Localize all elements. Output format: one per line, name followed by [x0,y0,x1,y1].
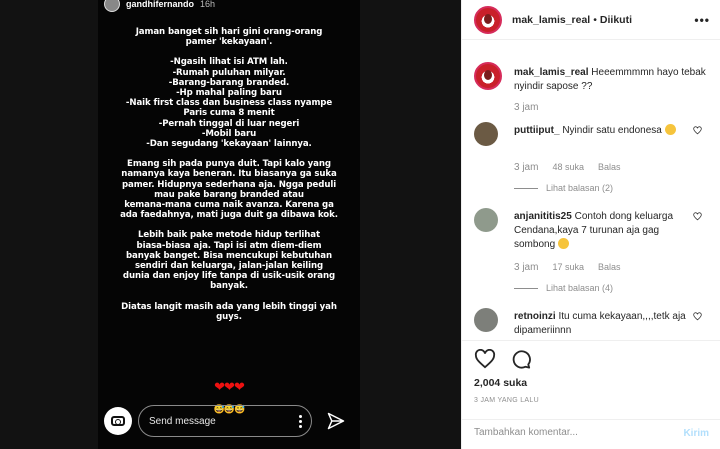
commenter-avatar[interactable] [474,308,498,332]
story-media-area: gandhifernando 16h Jaman banget sih hari… [0,0,461,449]
commenter-avatar[interactable] [474,122,498,146]
comment-likes[interactable]: 48 suka [552,162,584,172]
comment-time: 3 jam [514,162,539,173]
story-line: ada faedahnya, mati juga duit ga dibawa … [120,210,338,221]
story-time: 16h [200,0,216,9]
story-line: mau pake barang branded atau [154,189,304,200]
story-line: Diatas langit masih ada yang lebih tingg… [121,301,337,312]
like-heart-icon[interactable] [474,349,496,369]
story-line: -Mobil baru [201,128,257,139]
posted-time: 3 JAM YANG LALU [474,397,539,404]
send-message-box[interactable] [138,405,312,437]
story-line: -Naik first class dan business class nya… [125,98,333,109]
add-comment-input[interactable] [474,427,674,438]
comment-meta: 3 jam 48 suka Balas [514,162,621,173]
story-paragraph: Diatas langit masih ada yang lebih tingg… [106,302,352,322]
story-line: pamer 'kekayaan'. [185,37,273,48]
caption-avatar[interactable] [474,62,502,90]
story-paragraph: Jaman banget sih hari gini orang-orang pa… [106,27,352,47]
story-line: -Hp mahal paling baru [176,88,282,99]
story-line: biasa-biasa aja. Tapi isi atm diem-diem [136,240,322,251]
grinning-emoji [557,238,569,249]
camera-icon[interactable] [104,407,132,435]
story-line: -Pernah tinggal di luar negeri [158,118,300,129]
story-line: -Barang-barang branded. [168,77,290,88]
like-comment-heart-icon[interactable] [693,312,702,321]
story-line: -Ngasih lihat isi ATM lah. [170,57,288,68]
more-options-icon[interactable] [299,415,303,430]
send-arrow-icon[interactable] [326,411,346,431]
story-line: Jaman banget sih hari gini orang-orang [135,27,323,37]
story-line: banyak. [210,281,248,292]
comment-body: Nyindir satu endonesa [562,125,662,136]
story-line: kemana-mana cuma naik avanza. Karena ga [124,200,334,211]
view-replies-label[interactable]: Lihat balasan (4) [546,283,613,293]
story-avatar [104,0,120,12]
story-reply-bar [104,405,356,437]
comment-meta: 3 jam 17 suka Balas [514,262,621,273]
story-username: gandhifernando [126,0,194,9]
comment-bubble-icon[interactable] [510,349,532,369]
commenter-avatar[interactable] [474,208,498,232]
post-actions: 2,004 suka 3 JAM YANG LALU [462,340,720,410]
story-line: sendiri dan keluarga, jalan-jalan keilin… [134,261,324,272]
comment-username[interactable]: puttiiput_ [514,125,560,136]
story-line: dunia dan enjoy life tanpa di usik-usik … [122,271,336,282]
story-paragraph: Lebih baik pake metode hidup terlihat bia… [106,230,352,291]
comment-text: puttiiput_ Nyindir satu endonesa [514,124,692,138]
like-comment-heart-icon[interactable] [693,212,702,221]
story-text: Jaman banget sih hari gini orang-orang pa… [106,27,352,332]
more-options-button[interactable]: ••• [694,13,710,27]
story-line: namanya kaya beneran. Itu biasanya ga su… [121,169,337,180]
caption-author[interactable]: mak_lamis_real [514,67,589,78]
caption-text: mak_lamis_real Heeemmmmn hayo tebak nyin… [514,66,714,94]
likes-count[interactable]: 2,004 suka [474,377,527,389]
author-username[interactable]: mak_lamis_real [512,14,590,26]
story-paragraph: Emang sih pada punya duit. Tapi kalo yan… [106,159,352,220]
story-line: -Dan segudang 'kekayaan' lainnya. [146,139,312,150]
follow-status-button[interactable]: Diikuti [600,14,632,26]
story-line: Paris cuma 8 menit [183,108,275,119]
story-line: banyak banget. Bisa mencukupi kebutuhan [126,250,332,261]
header-separator: • [593,13,597,26]
post-header: mak_lamis_real • Diikuti ••• [462,0,720,40]
like-comment-heart-icon[interactable] [693,126,702,135]
story-paragraph: -Ngasih lihat isi ATM lah. -Rumah puluhan… [106,57,352,149]
comment-likes[interactable]: 17 suka [552,262,584,272]
story-header: gandhifernando 16h [104,0,215,13]
add-comment-bar: Kirim [462,419,720,449]
story-image: gandhifernando 16h Jaman banget sih hari… [98,0,360,449]
story-line: pamer. Hidupnya sederhana aja. Ngga pedu… [121,179,337,190]
comments-list: mak_lamis_real Heeemmmmn hayo tebak nyin… [462,52,720,338]
comment-username[interactable]: retnoinzi [514,311,556,322]
comment-text: anjanititis25 Contoh dong keluarga Cenda… [514,210,692,252]
story-line: -Rumah puluhan milyar. [172,67,286,78]
hearts-emoji: ❤❤❤ [214,379,245,394]
comment-text: retnoinzi Itu cuma kekayaan,,,,tetk aja … [514,310,692,338]
comment-username[interactable]: anjanititis25 [514,211,572,222]
send-message-input[interactable] [149,415,279,427]
view-replies-link[interactable]: Lihat balasan (2) [514,183,613,193]
reply-button[interactable]: Balas [598,162,621,172]
post-comment-button[interactable]: Kirim [683,428,709,439]
comment-time: 3 jam [514,262,539,273]
reply-button[interactable]: Balas [598,262,621,272]
story-line: Emang sih pada punya duit. Tapi kalo yan… [127,159,331,170]
post-panel: mak_lamis_real • Diikuti ••• mak_lamis_r… [461,0,720,449]
story-line: Lebih baik pake metode hidup terlihat [137,230,320,241]
laughing-emoji [664,124,676,135]
caption-time: 3 jam [514,102,539,113]
view-replies-link[interactable]: Lihat balasan (4) [514,283,613,293]
author-avatar[interactable] [474,5,502,34]
story-line: guys. [216,311,242,322]
view-replies-label[interactable]: Lihat balasan (2) [546,183,613,193]
